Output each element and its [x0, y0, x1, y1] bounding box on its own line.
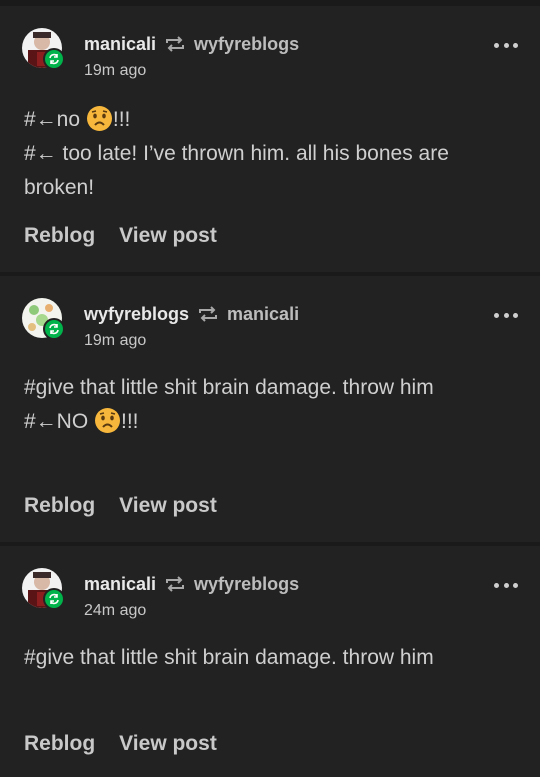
post-header: manicali wyfyreblogs 19m ago: [22, 28, 518, 80]
reblog-icon: [166, 576, 185, 592]
post-body: #give that little shit brain damage. thr…: [24, 641, 494, 675]
post-header: wyfyreblogs manicali 19m ago: [22, 298, 518, 350]
post-time[interactable]: 19m ago: [84, 332, 146, 350]
post-actions: Reblog View post: [24, 732, 217, 756]
post-line: #give that little shit brain damage. thr…: [24, 646, 434, 669]
post-line: #← too late! I’ve thrown him. all his bo…: [24, 142, 449, 199]
reblog-button[interactable]: Reblog: [24, 732, 95, 756]
author-name[interactable]: wyfyreblogs: [84, 304, 189, 325]
reblogged-from-name[interactable]: wyfyreblogs: [194, 34, 299, 55]
post-actions: Reblog View post: [24, 224, 217, 248]
reblog-badge-icon: [43, 588, 65, 610]
view-post-button[interactable]: View post: [119, 224, 217, 248]
author-name[interactable]: manicali: [84, 34, 156, 55]
post-card: wyfyreblogs manicali 19m ago #give that …: [0, 276, 540, 542]
view-post-button[interactable]: View post: [119, 732, 217, 756]
reblog-badge-icon: [43, 318, 65, 340]
reblog-icon: [166, 36, 185, 52]
more-dots-icon[interactable]: [494, 38, 518, 52]
post-card: manicali wyfyreblogs 19m ago #←no !!! #←…: [0, 6, 540, 272]
post-line: #give that little shit brain damage. thr…: [24, 376, 434, 399]
avatar[interactable]: [22, 28, 65, 70]
avatar[interactable]: [22, 568, 65, 610]
post-body: #give that little shit brain damage. thr…: [24, 371, 494, 439]
post-time[interactable]: 24m ago: [84, 602, 146, 620]
view-post-button[interactable]: View post: [119, 494, 217, 518]
post-line: #←NO !!!: [24, 405, 494, 439]
more-dots-icon[interactable]: [494, 308, 518, 322]
worried-face-emoji: [86, 106, 112, 131]
worried-face-emoji: [95, 408, 121, 433]
reblog-button[interactable]: Reblog: [24, 494, 95, 518]
reblogged-from-name[interactable]: manicali: [227, 304, 299, 325]
post-actions: Reblog View post: [24, 494, 217, 518]
reblogged-from-name[interactable]: wyfyreblogs: [194, 574, 299, 595]
reblog-badge-icon: [43, 48, 65, 70]
post-header: manicali wyfyreblogs 24m ago: [22, 568, 518, 620]
reblog-button[interactable]: Reblog: [24, 224, 95, 248]
post-line: #←no !!!: [24, 103, 494, 137]
more-dots-icon[interactable]: [494, 578, 518, 592]
avatar[interactable]: [22, 298, 65, 340]
post-card: manicali wyfyreblogs 24m ago #give that …: [0, 546, 540, 777]
reblog-icon: [199, 306, 218, 322]
author-name[interactable]: manicali: [84, 574, 156, 595]
post-time[interactable]: 19m ago: [84, 62, 146, 80]
post-body: #←no !!! #← too late! I’ve thrown him. a…: [24, 103, 494, 205]
